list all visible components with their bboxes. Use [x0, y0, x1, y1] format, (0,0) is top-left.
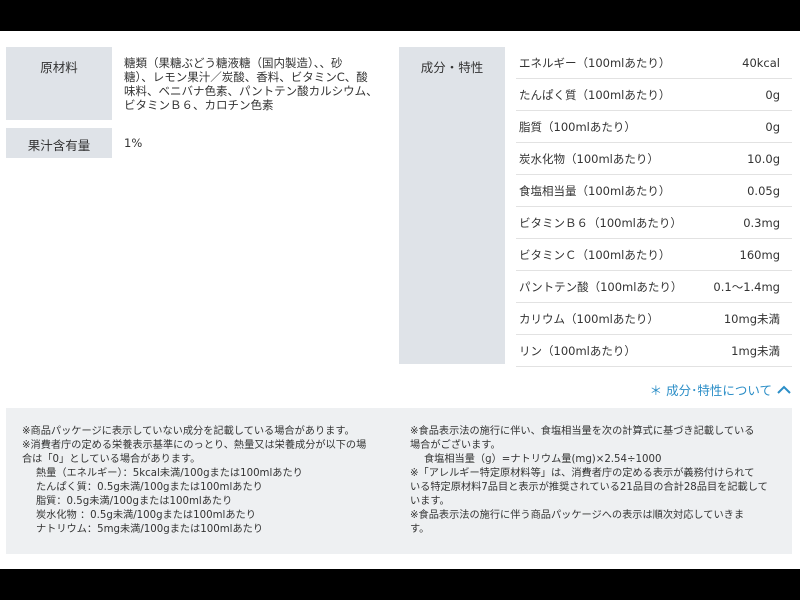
nutrient-value: 160mg: [739, 247, 780, 262]
nutrition-toggle-label: ＊ 成分･特性について: [649, 383, 772, 398]
nutrient-value: 0g: [765, 87, 780, 102]
notes-right: ※食品表示法の施行に伴い、食塩相当量を次の計算式に基づき記載している 場合がござ…: [410, 425, 780, 537]
juice-content-row: 果汁含有量 1%: [6, 128, 381, 158]
note-line: 炭水化物 ：0.5g未満/100gまたは100mlあたり: [36, 510, 256, 521]
note-line: 食塩相当量（g）=ナトリウム量(mg)×2.54÷1000: [424, 454, 662, 465]
note-line: 熱量（エネルギー）：5kcal未満/100gまたは100mlあたり: [36, 468, 303, 479]
nutrition-table: エネルギー（100mlあたり） 40kcal たんぱく質（100mlあたり） 0…: [516, 47, 792, 367]
nutrient-value: 40kcal: [742, 55, 780, 70]
nutrient-name: ビタミンＢ６（100mlあたり）: [519, 215, 682, 230]
nutrition-row: エネルギー（100mlあたり） 40kcal: [516, 47, 792, 79]
nutrition-row: 食塩相当量（100mlあたり） 0.05g: [516, 175, 792, 207]
nutrient-value: 0.05g: [747, 183, 780, 198]
note-line: いる特定原材料7品目と表示が推奨されている21品目の合計28品目を記載して: [410, 482, 768, 493]
nutrient-name: カリウム（100mlあたり）: [519, 311, 659, 326]
nutrition-toggle-link[interactable]: ＊ 成分･特性について: [650, 380, 792, 399]
juice-content-label: 果汁含有量: [6, 128, 112, 158]
note-line: ナトリウム：5mg未満/100gまたは100mlあたり: [36, 524, 264, 535]
nutrition-row: パントテン酸（100mlあたり） 0.1～1.4mg: [516, 271, 792, 303]
nutrient-value: 1mg未満: [731, 343, 780, 358]
nutrition-row: ビタミンＣ（100mlあたり） 160mg: [516, 239, 792, 271]
note-line: ※商品パッケージに表示していない成分を記載している場合があります。: [22, 426, 355, 437]
nutrient-name: 食塩相当量（100mlあたり）: [519, 183, 671, 198]
nutrient-name: エネルギー（100mlあたり）: [519, 55, 671, 70]
nutrient-name: パントテン酸（100mlあたり）: [519, 279, 683, 294]
nutrition-row: 炭水化物（100mlあたり） 10.0g: [516, 143, 792, 175]
nutrient-value: 10mg未満: [723, 311, 780, 326]
note-line: す。: [410, 524, 430, 535]
product-info-panel: 原材料 糖類（果糖ぶどう糖液糖（国内製造）、、砂 糖）、レモン果汁／炭酸、香料、…: [0, 31, 800, 569]
note-line: ※食品表示法の施行に伴う商品パッケージへの表示は順次対応していきま: [410, 510, 745, 521]
nutrient-value: 0g: [765, 119, 780, 134]
nutrition-row: 脂質（100mlあたり） 0g: [516, 111, 792, 143]
nutrition-row: ビタミンＢ６（100mlあたり） 0.3mg: [516, 207, 792, 239]
nutrient-value: 0.3mg: [743, 215, 780, 230]
chevron-up-icon: [776, 382, 792, 398]
note-line: ※消費者庁の定める栄養表示基準にのっとり、熱量又は栄養成分が以下の場: [22, 440, 367, 451]
note-line: ※食品表示法の施行に伴い、食塩相当量を次の計算式に基づき記載している: [410, 426, 755, 437]
note-line: ※「アレルギー特定原材料等」は、消費者庁の定める表示が義務付けられて: [410, 468, 755, 479]
nutrition-row: たんぱく質（100mlあたり） 0g: [516, 79, 792, 111]
nutrient-name: 脂質（100mlあたり）: [519, 119, 636, 134]
ingredients-value: 糖類（果糖ぶどう糖液糖（国内製造）、、砂 糖）、レモン果汁／炭酸、香料、ビタミン…: [124, 56, 378, 112]
nutrient-name: リン（100mlあたり）: [519, 343, 636, 358]
nutrition-row: カリウム（100mlあたり） 10mg未満: [516, 303, 792, 335]
nutrition-label: 成分・特性: [399, 47, 505, 364]
nutrient-name: 炭水化物（100mlあたり）: [519, 151, 659, 166]
nutrition-row: リン（100mlあたり） 1mg未満: [516, 335, 792, 367]
ingredients-section: 原材料 糖類（果糖ぶどう糖液糖（国内製造）、、砂 糖）、レモン果汁／炭酸、香料、…: [6, 47, 381, 166]
note-line: います。: [410, 496, 450, 507]
notes-box: ※商品パッケージに表示していない成分を記載している場合があります。 ※消費者庁の…: [6, 408, 792, 554]
nutrient-value: 10.0g: [747, 151, 780, 166]
note-line: 合は「0」としている場合があります。: [22, 454, 201, 465]
note-line: たんぱく質：0.5g未満/100gまたは100mlあたり: [36, 482, 263, 493]
nutrient-name: ビタミンＣ（100mlあたり）: [519, 247, 671, 262]
juice-content-value: 1%: [124, 136, 143, 150]
note-line: 脂質：0.5g未満/100gまたは100mlあたり: [36, 496, 233, 507]
note-line: 場合がございます。: [410, 440, 501, 451]
nutrient-name: たんぱく質（100mlあたり）: [519, 87, 671, 102]
ingredients-row: 原材料 糖類（果糖ぶどう糖液糖（国内製造）、、砂 糖）、レモン果汁／炭酸、香料、…: [6, 47, 381, 120]
nutrient-value: 0.1～1.4mg: [713, 279, 780, 294]
ingredients-label: 原材料: [6, 47, 112, 120]
notes-left: ※商品パッケージに表示していない成分を記載している場合があります。 ※消費者庁の…: [22, 425, 392, 537]
